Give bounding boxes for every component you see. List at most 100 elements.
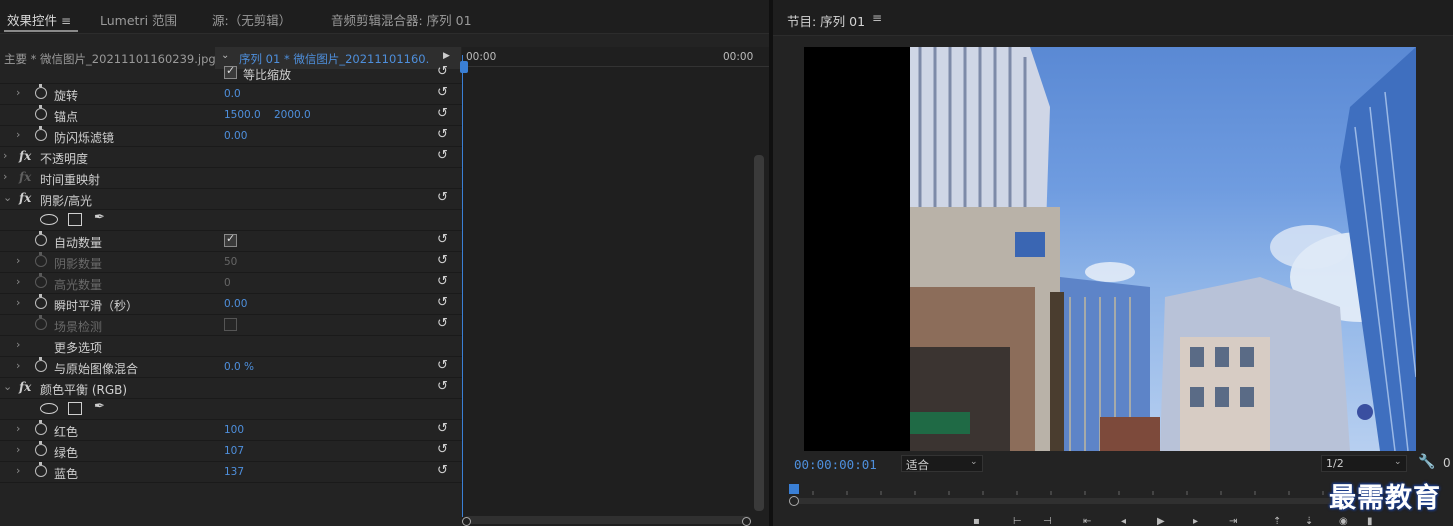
antiflicker-value[interactable]: 0.00 bbox=[224, 130, 247, 142]
blue-value[interactable]: 137 bbox=[224, 466, 244, 478]
panel-menu-icon[interactable]: ≡ bbox=[61, 14, 71, 28]
rotation-value[interactable]: 0.0 bbox=[224, 88, 241, 100]
reset-icon[interactable]: ↺ bbox=[437, 253, 448, 268]
go-to-in-icon[interactable]: ⇤ bbox=[1083, 516, 1091, 526]
step-back-icon[interactable]: ◂ bbox=[1121, 516, 1126, 526]
green-value[interactable]: 107 bbox=[224, 445, 244, 457]
red-value[interactable]: 100 bbox=[224, 424, 244, 436]
ellipse-mask-icon[interactable] bbox=[40, 214, 58, 225]
tab-effect-controls[interactable]: 效果控件 ≡ bbox=[7, 10, 71, 29]
reset-icon[interactable]: ↺ bbox=[437, 106, 448, 121]
stopwatch-icon[interactable] bbox=[35, 294, 47, 309]
play-icon[interactable]: ▶ bbox=[443, 51, 450, 61]
scene-detect-checkbox[interactable] bbox=[224, 318, 237, 331]
pen-mask-icon[interactable]: ✒ bbox=[94, 210, 105, 225]
lift-icon[interactable]: ⇡ bbox=[1273, 516, 1281, 526]
more-options-row[interactable]: › 更多选项 bbox=[0, 336, 462, 357]
playback-resolution-select[interactable]: 1/2 ⌄ bbox=[1321, 455, 1407, 472]
shadow-highlight-effect-row[interactable]: ⌄ fx 阴影/高光 ↺ bbox=[0, 189, 462, 210]
collapse-chevron-icon[interactable]: ⌄ bbox=[3, 380, 12, 393]
tab-source[interactable]: 源:（无剪辑） bbox=[212, 10, 291, 29]
mark-in-icon[interactable]: ⊢ bbox=[1013, 516, 1022, 526]
zoom-level-select[interactable]: 适合 ⌄ bbox=[901, 455, 983, 472]
rectangle-mask-icon[interactable] bbox=[68, 402, 82, 415]
playhead-handle[interactable] bbox=[460, 61, 468, 73]
reset-icon[interactable]: ↺ bbox=[437, 127, 448, 142]
step-forward-icon[interactable]: ▸ bbox=[1193, 516, 1198, 526]
color-balance-effect-row[interactable]: ⌄ fx 颜色平衡 (RGB) ↺ bbox=[0, 378, 462, 399]
reset-icon[interactable]: ↺ bbox=[437, 463, 448, 478]
reset-icon[interactable]: ↺ bbox=[437, 232, 448, 247]
effect-timeline[interactable]: 00:00 00:00 bbox=[460, 47, 769, 526]
stopwatch-icon[interactable] bbox=[35, 357, 47, 372]
collapse-chevron-icon[interactable]: ⌄ bbox=[3, 191, 12, 204]
reset-icon[interactable]: ↺ bbox=[437, 421, 448, 436]
anchor-x-value[interactable]: 1500.0 bbox=[224, 109, 261, 121]
go-to-out-icon[interactable]: ⇥ bbox=[1229, 516, 1237, 526]
vertical-scrollbar[interactable] bbox=[754, 155, 764, 511]
stopwatch-icon[interactable] bbox=[35, 231, 47, 246]
expand-chevron-icon[interactable]: › bbox=[16, 338, 20, 351]
mark-out-icon[interactable]: ⊣ bbox=[1043, 516, 1052, 526]
program-playhead[interactable] bbox=[789, 484, 799, 494]
stopwatch-icon[interactable] bbox=[35, 462, 47, 477]
play-icon[interactable]: ▶ bbox=[1157, 516, 1165, 526]
wrench-icon[interactable]: 🔧 bbox=[1418, 454, 1435, 470]
anchor-y-value[interactable]: 2000.0 bbox=[274, 109, 311, 121]
reset-icon[interactable]: ↺ bbox=[437, 295, 448, 310]
program-zoom-bar[interactable] bbox=[793, 498, 1333, 504]
scroll-handle-right[interactable] bbox=[742, 517, 751, 526]
blend-original-value[interactable]: 0.0 % bbox=[224, 361, 254, 373]
expand-chevron-icon[interactable]: › bbox=[16, 86, 20, 99]
export-frame-icon[interactable]: ◉ bbox=[1339, 516, 1348, 526]
rectangle-mask-icon[interactable] bbox=[68, 213, 82, 226]
pen-mask-icon[interactable]: ✒ bbox=[94, 399, 105, 414]
program-monitor-title[interactable]: 节目: 序列 01 bbox=[787, 11, 865, 30]
expand-chevron-icon[interactable]: › bbox=[16, 296, 20, 309]
stopwatch-icon[interactable] bbox=[35, 105, 47, 120]
zoom-bar-handle[interactable] bbox=[789, 496, 799, 506]
expand-chevron-icon[interactable]: › bbox=[16, 464, 20, 477]
add-marker-icon[interactable]: ▪ bbox=[973, 516, 980, 526]
stopwatch-icon[interactable] bbox=[35, 84, 47, 99]
stopwatch-icon[interactable] bbox=[35, 126, 47, 141]
tab-audio-clip-mixer[interactable]: 音频剪辑混合器: 序列 01 bbox=[331, 10, 472, 29]
playhead[interactable] bbox=[460, 55, 468, 517]
reset-icon[interactable]: ↺ bbox=[437, 66, 448, 79]
reset-icon[interactable]: ↺ bbox=[437, 85, 448, 100]
reset-icon[interactable]: ↺ bbox=[437, 316, 448, 331]
stopwatch-icon[interactable] bbox=[35, 420, 47, 435]
extract-icon[interactable]: ⇣ bbox=[1305, 516, 1313, 526]
timeline-ruler[interactable]: 00:00 00:00 bbox=[462, 47, 769, 67]
button-editor-icon[interactable]: ▮ bbox=[1367, 516, 1373, 526]
expand-chevron-icon[interactable]: › bbox=[16, 443, 20, 456]
scroll-handle-left[interactable] bbox=[462, 517, 471, 526]
opacity-effect-row[interactable]: › fx 不透明度 ↺ bbox=[0, 147, 462, 168]
playhead-timecode[interactable]: 00:00:00:01 bbox=[794, 457, 877, 472]
expand-chevron-icon[interactable]: › bbox=[3, 149, 7, 162]
reset-icon[interactable]: ↺ bbox=[437, 274, 448, 289]
fx-icon[interactable]: fx bbox=[19, 191, 31, 205]
temporal-smoothing-value[interactable]: 0.00 bbox=[224, 298, 247, 310]
panel-menu-icon[interactable]: ≡ bbox=[872, 11, 882, 25]
master-clip-label[interactable]: 主要 * 微信图片_20211101160239.jpg bbox=[4, 51, 216, 67]
auto-amount-checkbox[interactable] bbox=[224, 232, 237, 247]
reset-icon[interactable]: ↺ bbox=[437, 190, 448, 205]
uniform-scale-checkbox[interactable] bbox=[224, 66, 237, 79]
ellipse-mask-icon[interactable] bbox=[40, 403, 58, 414]
stopwatch-icon[interactable] bbox=[35, 441, 47, 456]
horizontal-scrollbar[interactable] bbox=[464, 516, 751, 524]
reset-icon[interactable]: ↺ bbox=[437, 358, 448, 373]
reset-icon[interactable]: ↺ bbox=[437, 442, 448, 457]
fx-icon[interactable]: fx bbox=[19, 380, 31, 394]
tab-lumetri-scopes[interactable]: Lumetri 范围 bbox=[100, 10, 177, 29]
expand-chevron-icon[interactable]: › bbox=[16, 422, 20, 435]
program-viewer[interactable] bbox=[804, 47, 1416, 451]
expand-chevron-icon[interactable]: › bbox=[16, 359, 20, 372]
expand-chevron-icon[interactable]: › bbox=[16, 128, 20, 141]
reset-icon[interactable]: ↺ bbox=[437, 148, 448, 163]
time-remap-row[interactable]: › fx 时间重映射 bbox=[0, 168, 462, 189]
reset-icon[interactable]: ↺ bbox=[437, 379, 448, 394]
expand-chevron-icon[interactable]: › bbox=[3, 170, 7, 183]
fx-icon[interactable]: fx bbox=[19, 149, 31, 163]
